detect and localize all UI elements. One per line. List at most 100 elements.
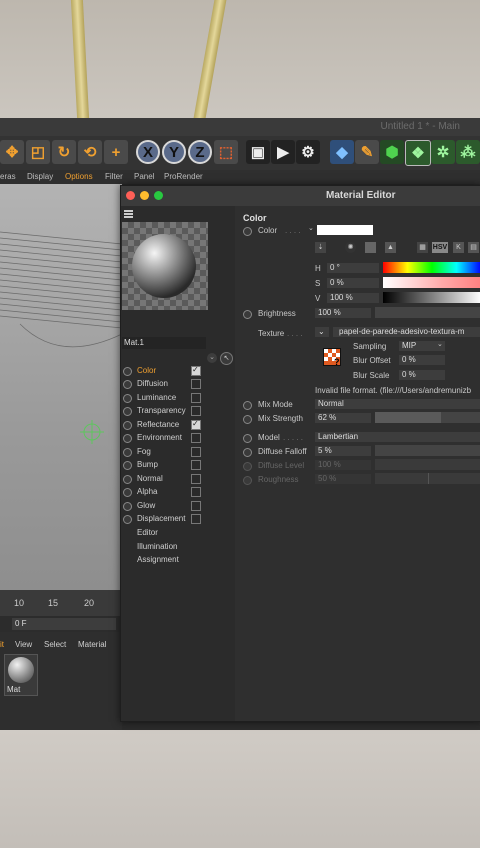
pointer-tool-icon[interactable]: ↖ — [220, 352, 233, 365]
chevron-down-icon[interactable]: ⌄ — [207, 353, 217, 363]
channel-radio[interactable] — [123, 434, 132, 443]
array-icon[interactable]: ❖ — [405, 140, 431, 166]
blur-offset-field[interactable]: 0 % — [399, 355, 445, 365]
material-thumbnail[interactable]: Mat — [4, 654, 38, 696]
channel-checkbox[interactable] — [191, 433, 201, 443]
channel-environment[interactable]: Environment — [122, 432, 234, 445]
kelvin-mode-button[interactable]: K — [453, 242, 464, 253]
channel-radio[interactable] — [123, 502, 132, 511]
channel-checkbox[interactable] — [191, 487, 201, 497]
material-name-field[interactable]: Mat.1 — [122, 337, 206, 349]
channel-checkbox[interactable] — [191, 514, 201, 524]
channel-radio[interactable] — [123, 421, 132, 430]
add-icon[interactable]: + — [104, 140, 128, 164]
brightness-field[interactable]: 100 % — [315, 308, 371, 318]
move-tool-icon[interactable]: ✥ — [0, 140, 24, 164]
channel-radio[interactable] — [123, 380, 132, 389]
mm-menu-select[interactable]: Select — [44, 640, 66, 649]
channel-diffusion[interactable]: Diffusion — [122, 378, 234, 391]
menu-item-cameras[interactable]: eras — [0, 172, 16, 181]
channel-radio[interactable] — [123, 394, 132, 403]
chevron-down-icon[interactable]: ⌄ — [308, 224, 314, 232]
channel-color[interactable]: Color — [122, 365, 234, 378]
channel-radio[interactable] — [123, 475, 132, 484]
diffuse-falloff-field[interactable]: 5 % — [315, 446, 371, 456]
hamburger-menu-icon[interactable] — [124, 210, 133, 218]
page-editor[interactable]: Editor — [122, 527, 234, 540]
channel-checkbox[interactable] — [191, 419, 201, 430]
menu-item-options[interactable]: Options — [65, 172, 93, 181]
channel-radio[interactable] — [123, 367, 132, 376]
brightness-anim-radio[interactable] — [243, 310, 252, 319]
spectrum-icon[interactable] — [365, 242, 376, 253]
model-select[interactable]: Lambertian — [315, 432, 480, 442]
brightness-slider[interactable] — [375, 307, 480, 318]
channel-alpha[interactable]: Alpha — [122, 486, 234, 499]
diffuse-falloff-anim-radio[interactable] — [243, 448, 252, 457]
hue-slider[interactable] — [383, 262, 480, 273]
z-axis-lock-icon[interactable]: Z — [188, 140, 212, 164]
texture-path-field[interactable]: papel-de-parede-adesivo-textura-m — [333, 327, 480, 337]
saturation-slider[interactable] — [383, 277, 480, 288]
mix-mode-select[interactable]: Normal — [315, 399, 480, 409]
mix-strength-field[interactable]: 62 % — [315, 413, 371, 423]
channel-radio[interactable] — [123, 488, 132, 497]
mm-menu-view[interactable]: View — [15, 640, 32, 649]
color-picker-icon[interactable]: ⇣ — [315, 242, 326, 253]
mm-menu-material[interactable]: Material — [78, 640, 106, 649]
value-slider[interactable] — [383, 292, 480, 303]
x-axis-lock-icon[interactable]: X — [136, 140, 160, 164]
channel-checkbox[interactable] — [191, 447, 201, 457]
image-picker-icon[interactable]: ▲ — [385, 242, 396, 253]
diffuse-falloff-slider[interactable] — [375, 445, 480, 456]
channel-displacement[interactable]: Displacement — [122, 513, 234, 526]
minimize-window-button[interactable] — [140, 191, 149, 200]
blur-scale-field[interactable]: 0 % — [399, 370, 445, 380]
channel-radio[interactable] — [123, 515, 132, 524]
channel-checkbox[interactable] — [191, 393, 201, 403]
channel-luminance[interactable]: Luminance — [122, 392, 234, 405]
channel-radio[interactable] — [123, 448, 132, 457]
channel-checkbox[interactable] — [191, 379, 201, 389]
menu-item-prorender[interactable]: ProRender — [164, 172, 203, 181]
y-axis-lock-icon[interactable]: Y — [162, 140, 186, 164]
channel-radio[interactable] — [123, 407, 132, 416]
mm-menu-edit[interactable]: it — [0, 640, 4, 649]
pen-icon[interactable]: ✎ — [355, 140, 379, 164]
channel-glow[interactable]: Glow — [122, 500, 234, 513]
channel-radio[interactable] — [123, 461, 132, 470]
scale-tool-icon[interactable]: ◰ — [26, 140, 50, 164]
channel-checkbox[interactable] — [191, 474, 201, 484]
channel-fog[interactable]: Fog — [122, 446, 234, 459]
channel-checkbox[interactable] — [191, 501, 201, 511]
menu-item-display[interactable]: Display — [27, 172, 53, 181]
channel-checkbox[interactable] — [191, 406, 201, 416]
palette-icon[interactable]: ▤ — [468, 242, 479, 253]
hsv-mode-button[interactable]: HSV — [432, 242, 448, 253]
render-view-icon[interactable]: ▣ — [246, 140, 270, 164]
zoom-window-button[interactable] — [154, 191, 163, 200]
render-to-picture-viewer-icon[interactable]: ▶ — [271, 140, 295, 164]
channel-normal[interactable]: Normal — [122, 473, 234, 486]
channel-bump[interactable]: Bump — [122, 459, 234, 472]
page-illumination[interactable]: Illumination — [122, 541, 234, 554]
menu-item-panel[interactable]: Panel — [134, 172, 154, 181]
material-preview[interactable] — [122, 222, 208, 310]
cube-icon[interactable]: ◆ — [330, 140, 354, 164]
channel-reflectance[interactable]: Reflectance — [122, 419, 234, 432]
viewport[interactable] — [0, 184, 122, 590]
timeline-ruler[interactable]: 10 15 20 — [0, 590, 122, 616]
rgb-mode-button[interactable]: ▦ — [417, 242, 428, 253]
value-field[interactable]: 100 % — [327, 293, 379, 303]
deformer-icon[interactable]: ✲ — [431, 140, 455, 164]
color-anim-radio[interactable] — [243, 227, 252, 236]
mix-mode-anim-radio[interactable] — [243, 401, 252, 410]
page-assignment[interactable]: Assignment — [122, 554, 234, 567]
mix-strength-anim-radio[interactable] — [243, 415, 252, 424]
render-settings-icon[interactable]: ⚙ — [296, 140, 320, 164]
subdivision-icon[interactable]: ⬢ — [380, 140, 404, 164]
hue-field[interactable]: 0 ° — [327, 263, 379, 273]
color-swatch[interactable] — [317, 225, 373, 235]
close-window-button[interactable] — [126, 191, 135, 200]
saturation-field[interactable]: 0 % — [327, 278, 379, 288]
